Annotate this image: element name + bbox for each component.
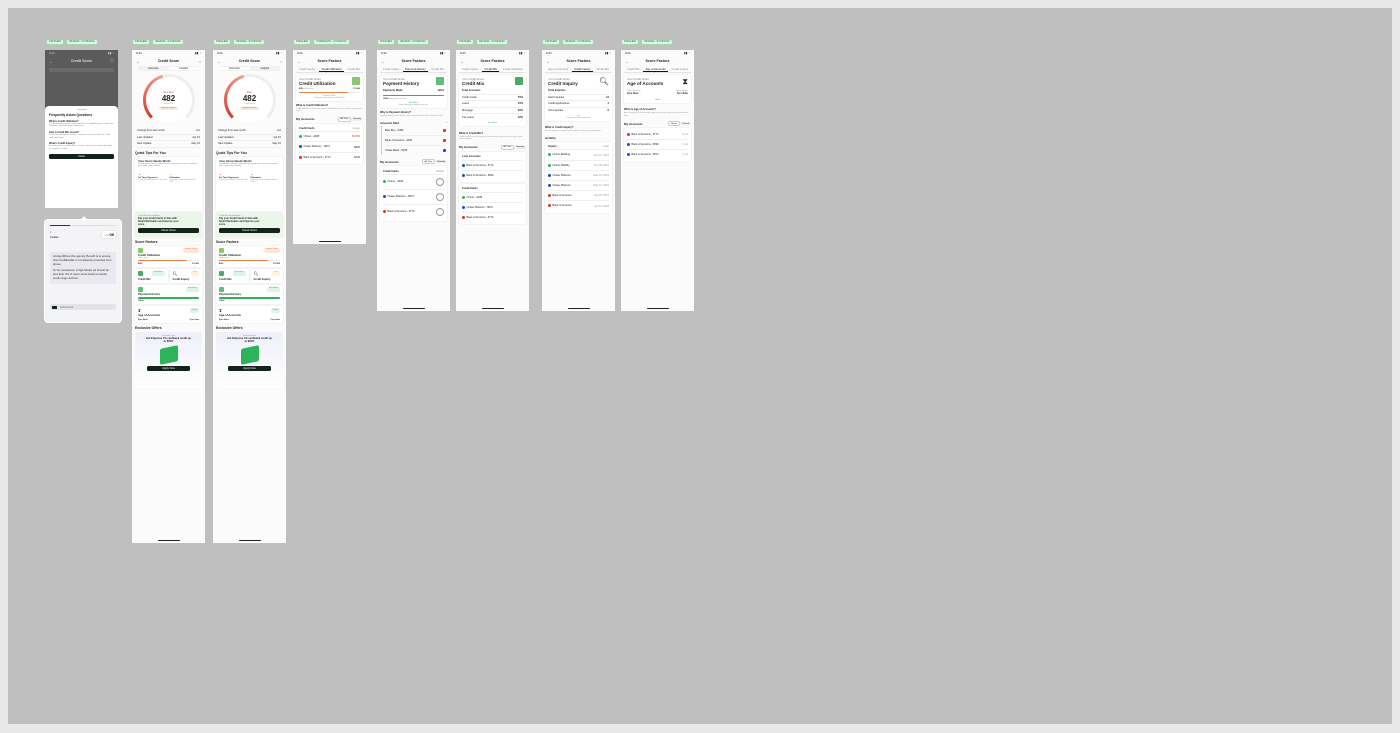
frame-tag: FINISHED REVIEW - 07/09/2023: [542, 38, 594, 45]
frame-tag: FINISHED REVIEW - 07/09/2023: [456, 38, 508, 45]
tab-overview[interactable]: Overview: [219, 67, 250, 70]
faq-answer: A credit inquiry is made when a lender c…: [49, 145, 113, 150]
section-title: Quick Tips For You: [135, 150, 166, 155]
check-score-button[interactable]: Check Score: [219, 227, 280, 233]
frame-tag: FINISHED REVIEW - 07/09/2023: [132, 38, 184, 45]
back-icon[interactable]: ←: [217, 59, 221, 64]
frame-tag: FINISHED COMMENTS - 07/09/2023: [293, 38, 350, 45]
shield-icon[interactable]: ◌: [199, 59, 201, 64]
offer-card: Personal Loan Get Emprove 1% cashback cr…: [135, 332, 202, 389]
credit-utilization-screen: 9:41 ▮▮ ◔ ← Score Factors Credit Inquiry Cr…: [293, 50, 366, 244]
tips-card: Your Score Needs Work! Pay off your bala…: [216, 156, 283, 211]
frame-tag: FINISHED REVIEW - 07/09/2023: [213, 38, 265, 45]
faq-screen: 9:41 ▮▮ ◔ ← Credit Score ⓘ Frequently Asked…: [45, 50, 118, 208]
shield-icon[interactable]: ◌: [280, 59, 282, 64]
credit-inquiry-screen: 9:41 ▮▮ ◔ ← Score Factors Age of Accounts C…: [542, 50, 615, 311]
faq-title: Frequently Asked Questions: [49, 112, 93, 117]
factor-credit-inquiry[interactable]: 🔍︎ Fair Credit Inquiry: [169, 268, 202, 283]
close-button[interactable]: Close: [49, 154, 114, 160]
tab-overview[interactable]: Overview: [138, 67, 169, 70]
frame-tag: FINISHED REVIEW - 07/09/2023: [621, 38, 673, 45]
credit-mix-screen: 9:41 ▮▮ ◔ ← Score Factors Credit Inquiry Cr…: [456, 50, 529, 311]
frame-tag: FINISHED REVIEW - 07/09/2023: [46, 38, 98, 45]
tab-insights[interactable]: Insights: [168, 67, 199, 70]
factor-credit-utilization[interactable]: Needs Work Credit Utilization High Impac…: [216, 245, 283, 267]
tooltip-text: At AlgorMinus this agency, Benefit is to…: [53, 254, 112, 266]
credit-score-screen: 9:41 ▮▮ ◔ ← Credit Score ◌ Overview Insight…: [132, 50, 205, 543]
design-canvas: FINISHED REVIEW - 07/09/2023 FINISHED REVI…: [8, 8, 1392, 724]
faq-sheet: Frequently Asked Questions What is Credi…: [45, 106, 118, 208]
money-icon: [240, 344, 259, 365]
payment-history-screen: 9:41 ▮▮ ◔ ← Score Factors Credit Inquiry Pa…: [377, 50, 450, 311]
tooltip-label: Creditor: [50, 236, 59, 239]
action-items-row[interactable]: Action Items: [50, 304, 116, 310]
back-icon[interactable]: ←: [136, 59, 140, 64]
tips-card: Your Score Needs Work! Pay off your bala…: [135, 156, 202, 211]
factor-credit-inquiry[interactable]: 🔍︎ Fair Credit Inquiry: [250, 268, 283, 283]
tooltip-card: ▾ Creditor +44 09 At AlgorMinus this age…: [44, 216, 122, 323]
apply-now-button[interactable]: Apply Now: [147, 365, 190, 371]
factor-credit-utilization[interactable]: Needs Work Credit Utilization High Impac…: [135, 245, 202, 267]
faq-answer: Credit mix shows the variety of credit a…: [49, 133, 111, 139]
score-gauge: Poor 482 Credit Score Improve Score: [223, 74, 276, 126]
factor-credit-mix[interactable]: Excellent Credit Mix: [135, 268, 168, 283]
tooltip-text: To be considered, a high fidelity ad sho…: [53, 268, 109, 280]
promo-card: Credit Recommendation Pay your Credit Ca…: [135, 212, 202, 237]
age-of-accounts-screen: 9:41 ▮▮ ◔ ← Score Factors Credit Mix Age of…: [621, 50, 694, 311]
apply-now-button[interactable]: Apply Now: [228, 365, 271, 371]
factor-credit-mix[interactable]: Excellent Credit Mix: [216, 268, 249, 283]
frame-tag: FINISHED REVIEW - 07/09/2023: [377, 38, 429, 45]
factor-age-of-accounts[interactable]: ⧗ Good Age of Accounts 2yrs 8mo 7yrs 6mo: [216, 306, 283, 324]
factor-age-of-accounts[interactable]: ⧗ Good Age of Accounts 2yrs 8mo 7yrs 6mo: [135, 306, 202, 324]
credit-score-screen-insights: 9:41 ▮▮ ◔ ← Credit Score ◌ Overview Insight…: [213, 50, 286, 543]
score-gauge: Very Poor 482 out of 900 Improve Score: [142, 74, 195, 126]
check-score-button[interactable]: Check Score: [138, 227, 199, 233]
promo-card: Credit Recommendation Pay your Credit Ca…: [216, 212, 283, 237]
faq-answer: Credit utilization is your credit card b…: [49, 122, 114, 128]
money-icon: [159, 344, 178, 365]
offer-card: Personal Loan Get Emprove 1% cashback cr…: [216, 332, 283, 389]
action-icon: [52, 305, 57, 309]
factor-payment-history[interactable]: Excellent Payment History 100%: [216, 284, 283, 305]
tab-insights[interactable]: Insights: [250, 67, 281, 70]
factor-payment-history[interactable]: Excellent Payment History 100%: [135, 284, 202, 305]
tooltip-value-chip: +44 09: [102, 231, 116, 238]
